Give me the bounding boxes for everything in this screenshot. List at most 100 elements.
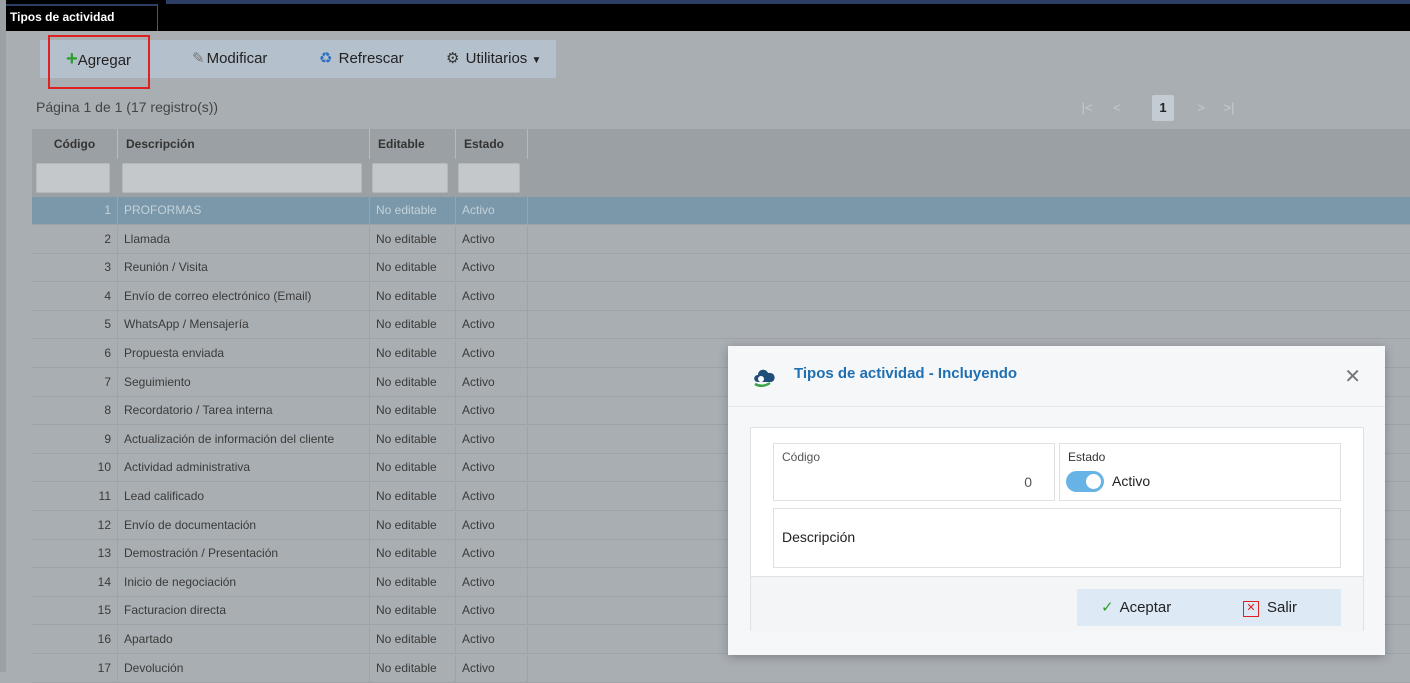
table-row[interactable]: 1 PROFORMAS No editable Activo <box>32 197 1410 225</box>
col-editable[interactable]: Editable <box>370 129 456 159</box>
cell-codigo: 14 <box>32 568 118 597</box>
tab-bar: Tipos de actividad (CRM) <box>6 0 1410 47</box>
cell-descripcion: Seguimiento <box>118 368 370 397</box>
cell-codigo: 12 <box>32 511 118 540</box>
tab-bar-accent <box>166 0 1410 4</box>
col-estado[interactable]: Estado <box>456 129 528 159</box>
cell-descripcion: Facturacion directa <box>118 597 370 626</box>
cell-estado: Activo <box>456 511 528 540</box>
refresh-label: Refrescar <box>338 50 404 67</box>
cell-estado: Activo <box>456 254 528 283</box>
table-row[interactable]: 5 WhatsApp / Mensajería No editable Activo <box>32 311 1410 340</box>
caret-down-icon: ▼ <box>531 55 542 66</box>
table-row[interactable]: 17 Devolución No editable Activo <box>32 654 1410 683</box>
accept-label: Aceptar <box>1119 599 1172 616</box>
cell-editable: No editable <box>370 340 456 368</box>
cell-descripcion: Recordatorio / Tarea interna <box>118 397 370 426</box>
cell-editable: No editable <box>370 282 456 311</box>
gears-icon: ⚙ <box>446 50 460 67</box>
recycle-icon: ♻ <box>319 50 333 67</box>
cell-descripcion: Inicio de negociación <box>118 568 370 597</box>
cell-estado: Activo <box>456 397 528 426</box>
cell-editable: No editable <box>370 568 456 597</box>
cell-descripcion: Lead calificado <box>118 483 370 511</box>
cell-editable: No editable <box>370 626 456 654</box>
cell-editable: No editable <box>370 397 456 426</box>
cell-estado: Activo <box>456 311 528 340</box>
codigo-value: 0 <box>1024 474 1032 490</box>
cell-codigo: 5 <box>32 311 118 340</box>
col-codigo[interactable]: Código <box>32 129 118 159</box>
dialog-body: Código 0 Estado Activo Descripción ✓ Acep… <box>728 407 1385 655</box>
codigo-label: Código <box>782 450 821 464</box>
filter-editable-input[interactable] <box>372 163 448 193</box>
cell-estado: Activo <box>456 597 528 626</box>
estado-toggle-label: Activo <box>1112 473 1151 489</box>
tab-tipos-actividad[interactable]: Tipos de actividad (CRM) <box>6 4 158 47</box>
cell-codigo: 1 <box>32 197 118 225</box>
table-row[interactable]: 3 Reunión / Visita No editable Activo <box>32 254 1410 283</box>
cell-estado: Activo <box>456 654 528 683</box>
refresh-button[interactable]: ♻ Refrescar <box>319 40 404 78</box>
dialog-footer: ✓ Aceptar ✕ Salir <box>751 576 1363 631</box>
cell-editable: No editable <box>370 425 456 454</box>
cell-descripcion: Apartado <box>118 626 370 654</box>
filter-estado-input[interactable] <box>458 163 520 193</box>
exit-button[interactable]: ✕ Salir <box>1243 589 1297 626</box>
pager-summary: Página 1 de 1 (17 registro(s)) <box>36 99 219 115</box>
form-panel: Código 0 Estado Activo Descripción ✓ Acep… <box>750 427 1364 631</box>
descripcion-label: Descripción <box>782 529 856 545</box>
cell-codigo: 17 <box>32 654 118 683</box>
prev-page-icon[interactable]: < <box>1106 95 1128 121</box>
cell-descripcion: Actividad administrativa <box>118 454 370 483</box>
filter-codigo-input[interactable] <box>36 163 110 193</box>
cell-descripcion: Envío de correo electrónico (Email) <box>118 282 370 311</box>
close-icon[interactable]: ✕ <box>1344 364 1361 389</box>
grid-header: Código Descripción Editable Estado <box>32 129 1410 159</box>
cell-estado: Activo <box>456 626 528 654</box>
cell-editable: No editable <box>370 368 456 397</box>
table-row[interactable]: 2 Llamada No editable Activo <box>32 225 1410 254</box>
cell-codigo: 15 <box>32 597 118 626</box>
filter-row <box>32 159 1410 197</box>
codigo-field[interactable]: Código 0 <box>773 443 1055 501</box>
current-page[interactable]: 1 <box>1152 95 1174 121</box>
cell-estado: Activo <box>456 454 528 483</box>
cloud-logo-icon <box>754 369 775 387</box>
estado-label: Estado <box>1068 450 1106 464</box>
footer-buttons: ✓ Aceptar ✕ Salir <box>1077 589 1341 626</box>
close-box-icon: ✕ <box>1243 601 1259 617</box>
cell-descripcion: Envío de documentación <box>118 511 370 540</box>
table-row[interactable]: 4 Envío de correo electrónico (Email) No e… <box>32 282 1410 311</box>
cell-editable: No editable <box>370 254 456 283</box>
filter-descripcion-input[interactable] <box>122 163 362 193</box>
cell-descripcion: Demostración / Presentación <box>118 540 370 569</box>
add-button-highlight <box>48 35 150 89</box>
cell-codigo: 3 <box>32 254 118 283</box>
cell-estado: Activo <box>456 282 528 311</box>
cell-descripcion: Propuesta enviada <box>118 340 370 368</box>
edit-button[interactable]: ✎ Modificar <box>192 40 267 78</box>
cell-codigo: 11 <box>32 483 118 511</box>
cell-estado: Activo <box>456 225 528 254</box>
cell-descripcion: Llamada <box>118 225 370 254</box>
edit-label: Modificar <box>206 50 268 67</box>
estado-field: Estado Activo <box>1059 443 1341 501</box>
cell-editable: No editable <box>370 454 456 483</box>
first-page-icon[interactable]: |< <box>1076 95 1098 121</box>
cell-editable: No editable <box>370 311 456 340</box>
col-descripcion[interactable]: Descripción <box>118 129 370 159</box>
descripcion-field[interactable]: Descripción <box>773 508 1341 568</box>
exit-label: Salir <box>1267 599 1298 616</box>
last-page-icon[interactable]: >| <box>1218 95 1240 121</box>
accept-button[interactable]: ✓ Aceptar <box>1101 589 1171 626</box>
pencil-icon: ✎ <box>192 50 205 67</box>
cell-editable: No editable <box>370 225 456 254</box>
next-page-icon[interactable]: > <box>1190 95 1212 121</box>
utilities-dropdown[interactable]: ⚙ Utilitarios ▼ <box>446 40 541 78</box>
cell-editable: No editable <box>370 483 456 511</box>
cell-editable: No editable <box>370 597 456 626</box>
cell-codigo: 16 <box>32 626 118 654</box>
estado-toggle[interactable] <box>1066 471 1104 492</box>
toggle-knob <box>1086 474 1101 489</box>
